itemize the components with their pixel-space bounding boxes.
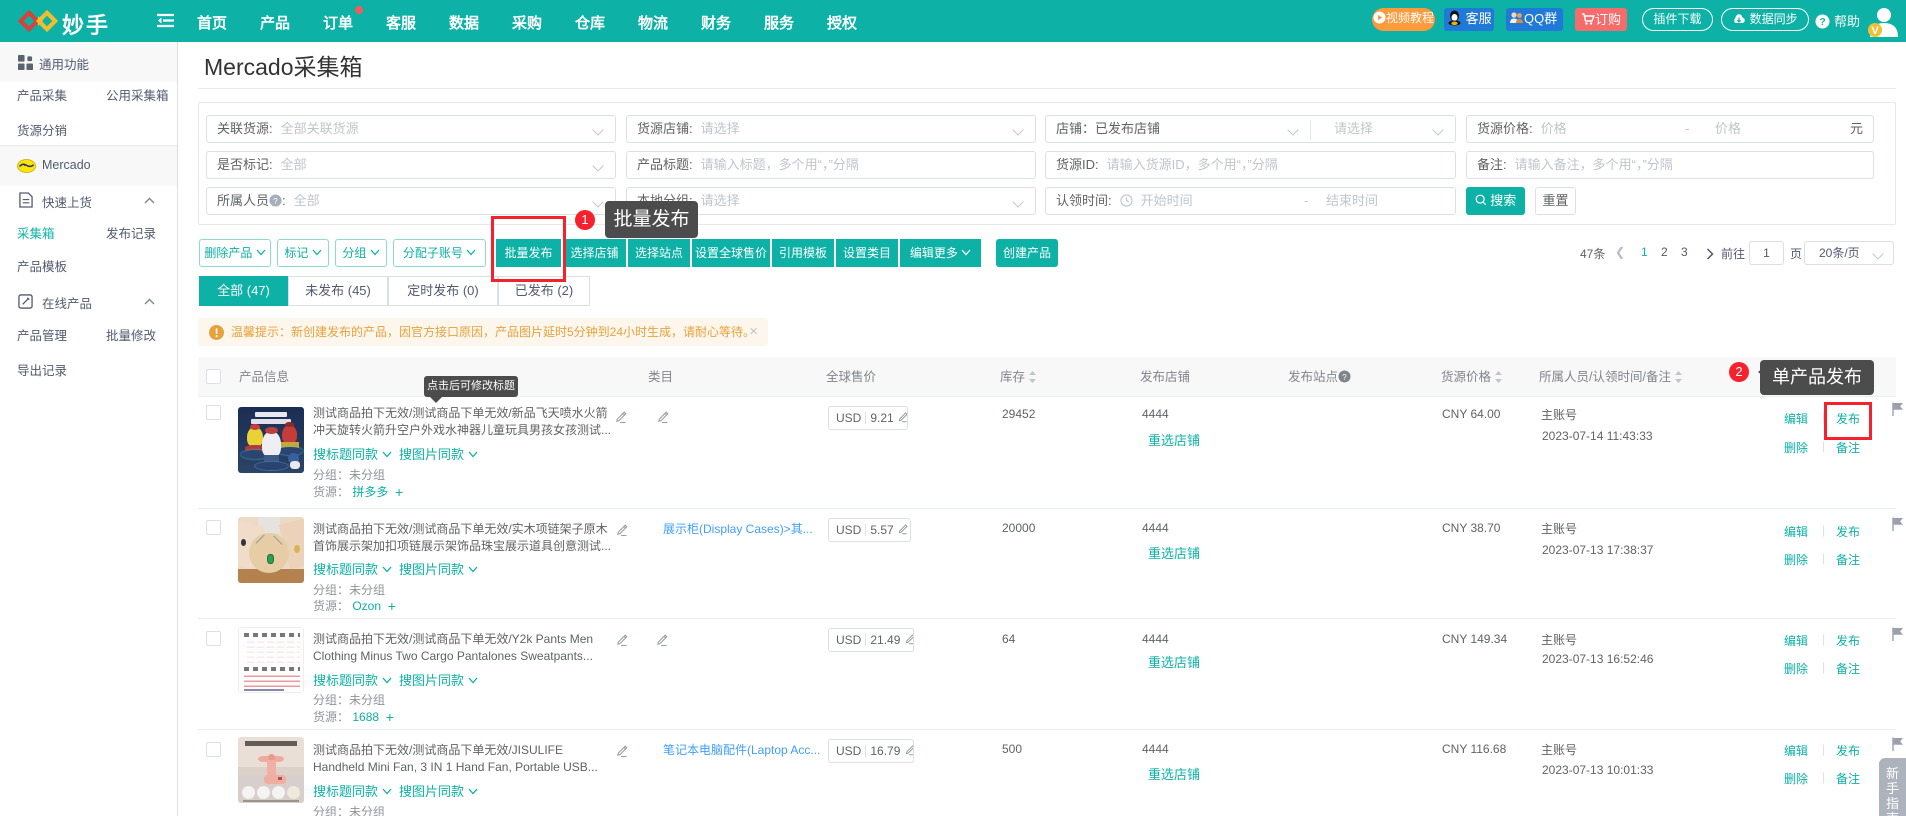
svg-text:?: ? (1820, 17, 1826, 28)
svg-text:?: ? (273, 196, 278, 206)
svg-text:V: V (1871, 25, 1879, 37)
svg-text:?: ? (1342, 372, 1347, 382)
